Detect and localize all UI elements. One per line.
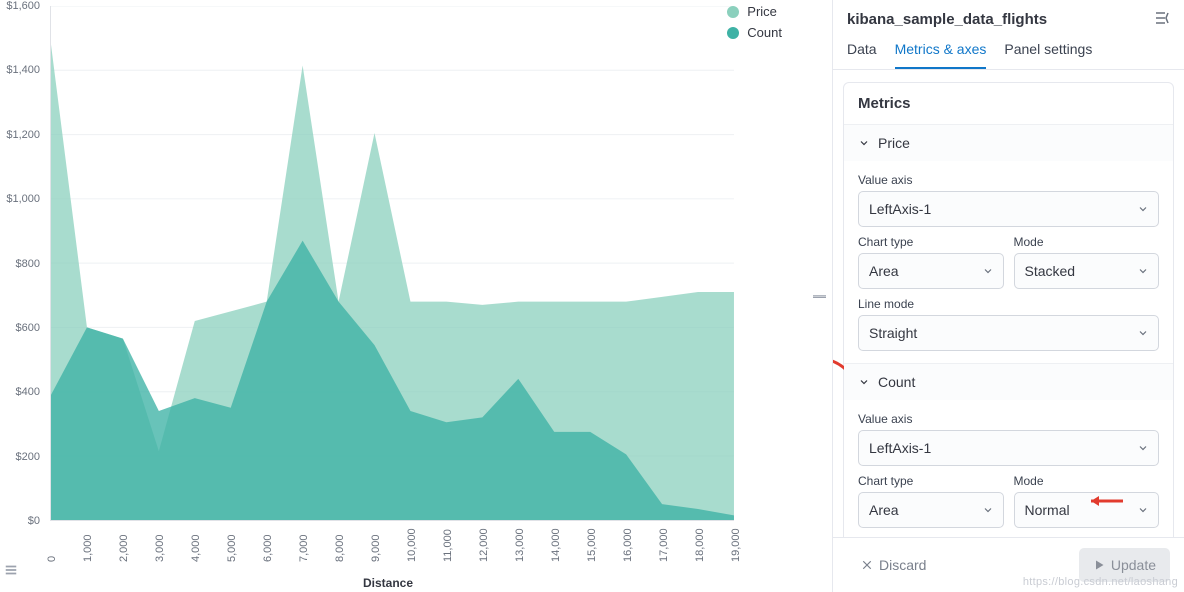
x-tick: 5,000	[226, 534, 238, 562]
tab-data[interactable]: Data	[847, 35, 877, 69]
legend-item-price[interactable]: Price	[727, 4, 782, 19]
metric-count: Count Value axis Chart type	[844, 363, 1173, 537]
y-tick: $600	[16, 322, 40, 334]
y-tick: $1,600	[6, 0, 40, 12]
x-tick: 18,000	[694, 528, 706, 562]
y-tick: $400	[16, 386, 40, 398]
x-tick: 4,000	[190, 534, 202, 562]
mode-label: Mode	[1014, 474, 1160, 488]
metrics-card-title: Metrics	[844, 83, 1173, 124]
mode-select-count[interactable]	[1014, 492, 1160, 528]
metrics-card: Metrics Price Value axis Chart type	[843, 82, 1174, 537]
x-tick: 19,000	[730, 528, 742, 562]
options-icon[interactable]	[4, 563, 18, 580]
x-tick: 14,000	[550, 528, 562, 562]
y-tick: $1,400	[6, 64, 40, 76]
chart-type-select[interactable]	[858, 253, 1004, 289]
y-tick: $0	[28, 515, 40, 527]
x-tick: 17,000	[658, 528, 670, 562]
close-icon	[861, 559, 873, 571]
update-button[interactable]: Update	[1079, 548, 1170, 582]
chart-pane: $0 $200 $400 $600 $800 $1,000 $1,200 $1,…	[0, 0, 810, 592]
metric-price-toggle[interactable]: Price	[844, 125, 1173, 161]
line-mode-select[interactable]	[858, 315, 1159, 351]
panel-title: kibana_sample_data_flights	[847, 11, 1047, 28]
x-tick: 3,000	[154, 534, 166, 562]
legend-item-count[interactable]: Count	[727, 25, 782, 40]
metric-count-toggle[interactable]: Count	[844, 364, 1173, 400]
dock-toggle-icon[interactable]	[1154, 10, 1170, 29]
tab-metrics-axes[interactable]: Metrics & axes	[895, 35, 987, 69]
x-tick: 7,000	[298, 534, 310, 562]
x-axis-label: Distance	[46, 576, 730, 590]
panel-tabs: Data Metrics & axes Panel settings	[833, 35, 1184, 70]
line-mode-label: Line mode	[858, 297, 1159, 311]
x-tick: 16,000	[622, 528, 634, 562]
x-tick: 6,000	[262, 534, 274, 562]
y-tick: $1,200	[6, 129, 40, 141]
x-tick: 13,000	[514, 528, 526, 562]
legend-label: Price	[747, 4, 777, 19]
metric-price: Price Value axis Chart type	[844, 124, 1173, 363]
play-icon	[1093, 559, 1105, 571]
y-axis-ticks: $0 $200 $400 $600 $800 $1,000 $1,200 $1,…	[0, 6, 44, 521]
y-tick: $800	[16, 258, 40, 270]
value-axis-label: Value axis	[858, 412, 1159, 426]
metric-name: Count	[878, 374, 915, 390]
x-tick: 11,000	[442, 529, 454, 562]
value-axis-select[interactable]	[858, 430, 1159, 466]
x-tick: 2,000	[118, 534, 130, 562]
legend-swatch	[727, 27, 739, 39]
discard-button[interactable]: Discard	[847, 548, 940, 582]
legend-label: Count	[747, 25, 782, 40]
x-tick: 15,000	[586, 528, 598, 562]
chart-legend: Price Count	[727, 4, 782, 46]
value-axis-select[interactable]	[858, 191, 1159, 227]
panel-footer: Discard Update	[833, 537, 1184, 592]
y-tick: $1,000	[6, 193, 40, 205]
chart-plot[interactable]	[50, 6, 734, 521]
mode-label: Mode	[1014, 235, 1160, 249]
tab-panel-settings[interactable]: Panel settings	[1004, 35, 1092, 69]
chevron-down-icon	[858, 376, 870, 388]
x-tick: 9,000	[370, 534, 382, 562]
y-tick: $200	[16, 451, 40, 463]
mode-select[interactable]	[1014, 253, 1160, 289]
chart-type-label: Chart type	[858, 474, 1004, 488]
metric-name: Price	[878, 135, 910, 151]
legend-swatch	[727, 6, 739, 18]
x-tick: 8,000	[334, 534, 346, 562]
x-tick: 0	[46, 556, 58, 562]
x-tick: 10,000	[406, 528, 418, 562]
chart-type-label: Chart type	[858, 235, 1004, 249]
x-tick: 12,000	[478, 528, 490, 562]
chart-type-select[interactable]	[858, 492, 1004, 528]
value-axis-label: Value axis	[858, 173, 1159, 187]
x-tick: 1,000	[82, 534, 94, 562]
chevron-down-icon	[858, 137, 870, 149]
settings-panel: kibana_sample_data_flights Data Metrics …	[832, 0, 1184, 592]
line-mode-label: Line mode	[858, 536, 1159, 537]
resize-handle[interactable]: ||	[810, 0, 832, 592]
